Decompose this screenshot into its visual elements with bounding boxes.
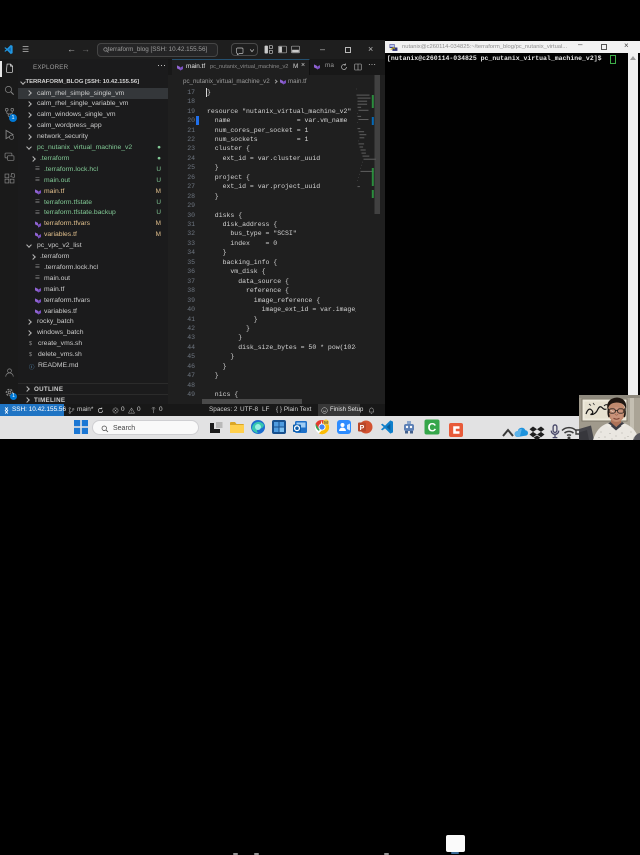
svg-text:C: C — [428, 421, 437, 435]
svg-text:P: P — [360, 425, 365, 432]
svg-text:M: M — [324, 420, 328, 425]
